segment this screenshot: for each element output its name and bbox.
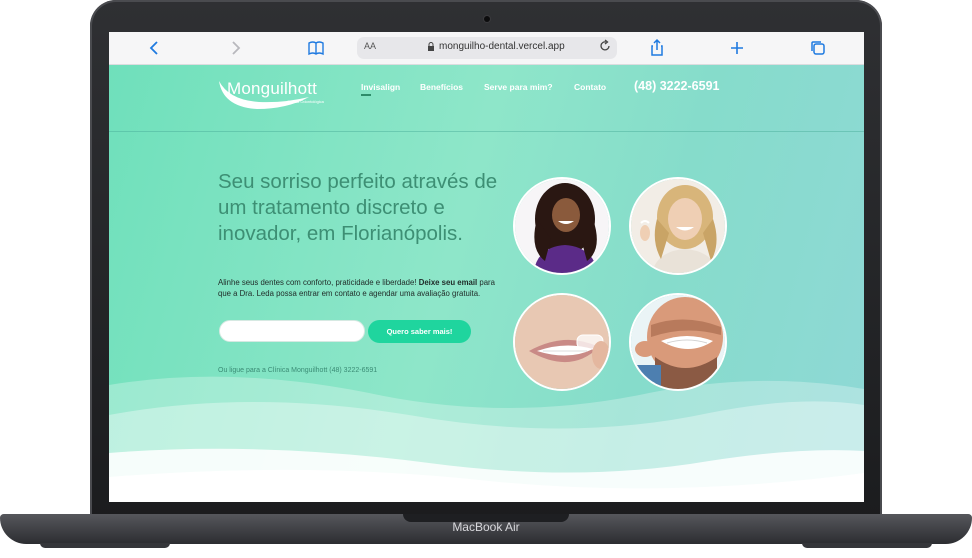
laptop-foot-left <box>40 543 170 548</box>
camera-icon <box>484 16 490 22</box>
nav-beneficios[interactable]: Benefícios <box>420 82 463 92</box>
logo-subtitle: Clínica Odontológica <box>287 99 324 104</box>
reload-icon[interactable] <box>599 39 611 56</box>
wave-decoration <box>109 376 864 502</box>
nav-invisalign[interactable]: Invisalign <box>361 82 400 92</box>
url-text: monguilho-dental.vercel.app <box>439 41 565 52</box>
logo-name: Monguilhott <box>227 79 318 98</box>
cta-button[interactable]: Quero saber mais! <box>368 320 471 343</box>
share-icon[interactable] <box>647 38 667 58</box>
new-tab-icon[interactable] <box>727 38 747 58</box>
lead-text-start: Alinhe seus dentes com conforto, pratici… <box>218 278 419 287</box>
device-label: MacBook Air <box>452 520 520 534</box>
lead-text-bold: Deixe seu email <box>418 278 478 287</box>
bookmarks-icon[interactable] <box>306 38 326 58</box>
header-phone-link[interactable]: (48) 3222-6591 <box>634 79 719 93</box>
tabs-icon[interactable] <box>808 38 828 58</box>
email-input[interactable] <box>219 320 365 342</box>
screen: AA monguilho-dental.vercel.app Monguilho… <box>109 32 864 502</box>
smile-clear-aligner-photo <box>513 293 611 391</box>
web-page: Monguilhott Clínica Odontológica Invisal… <box>109 65 864 502</box>
header-divider <box>109 131 864 132</box>
hero-headline: Seu sorriso perfeito através de um trata… <box>218 170 498 245</box>
hero-lead: Alinhe seus dentes com conforto, pratici… <box>218 278 498 299</box>
lock-icon <box>427 42 435 54</box>
nav-serve-para-mim[interactable]: Serve para mim? <box>484 82 553 92</box>
site-logo[interactable]: Monguilhott Clínica Odontológica <box>217 77 327 123</box>
back-icon[interactable] <box>145 38 165 58</box>
man-inserting-aligner-photo <box>629 293 727 391</box>
woman-purple-sweater-photo <box>513 177 611 275</box>
forward-icon[interactable] <box>225 38 245 58</box>
blonde-woman-aligner-photo <box>629 177 727 275</box>
text-size-button[interactable]: AA <box>364 41 376 51</box>
laptop-foot-right <box>802 543 932 548</box>
nav-active-indicator <box>361 94 371 96</box>
nav-contato[interactable]: Contato <box>574 82 606 92</box>
browser-toolbar: AA monguilho-dental.vercel.app <box>109 32 864 65</box>
address-bar[interactable]: AA monguilho-dental.vercel.app <box>357 37 617 59</box>
